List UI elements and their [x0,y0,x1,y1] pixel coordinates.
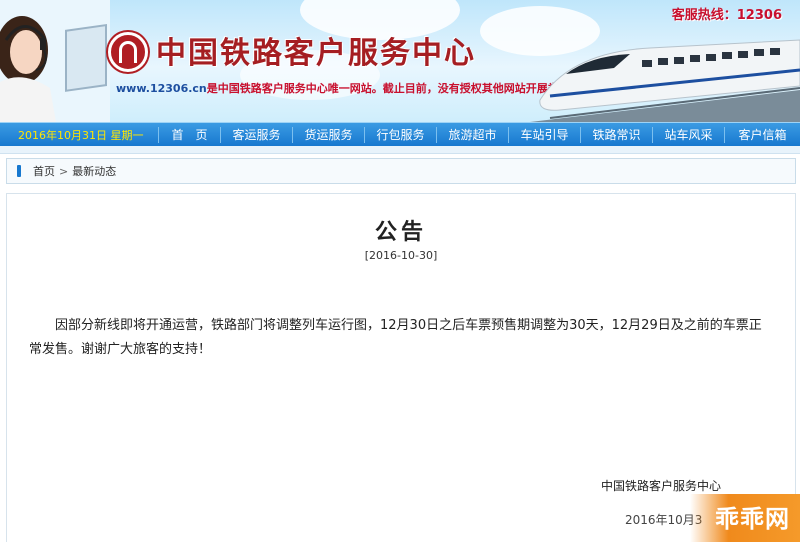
site-url[interactable]: www.12306.cn [116,82,207,95]
customer-service-agent-image [0,0,110,122]
nav-item-station-train-gallery[interactable]: 站车风采 [652,126,724,143]
notice-signature: 中国铁路客户服务中心 [601,479,722,493]
notice-title: 公告 [374,220,427,245]
breadcrumb-marker [17,165,21,177]
notice-date: [2016-10-30] [364,249,438,262]
nav-item-customer-mailbox[interactable]: 客户信箱 [724,126,800,143]
railway-logo-icon[interactable] [108,32,148,72]
nav-item-station-guide[interactable]: 车站引导 [508,126,580,143]
nav-item-parcel-service[interactable]: 行包服务 [364,126,436,143]
notice-body: 因部分新线即将开通运营，铁路部门将调整列车运行图，12月30日之后车票预售期调整… [29,318,762,357]
hotline-label: 客服热线： [671,8,737,23]
hotline-number: 12306 [736,8,782,23]
breadcrumb: 首页 > 最新动态 [6,158,796,184]
notice-content-panel: 公告 [2016-10-30] 因部分新线即将开通运营，铁路部门将调整列车运行图… [6,193,796,542]
watermark-logo: 乖乖网 [690,494,800,542]
nav-bottom-strip [0,146,800,154]
breadcrumb-separator: > [59,164,69,178]
nav-item-home[interactable]: 首 页 [158,126,220,143]
main-navigation: 2016年10月31日 星期一 首 页 客运服务 货运服务 行包服务 旅游超市 … [0,122,800,146]
breadcrumb-home-link[interactable]: 首页 [33,163,55,179]
nav-date: 2016年10月31日 星期一 [18,128,144,142]
nav-item-passenger-service[interactable]: 客运服务 [220,126,292,143]
breadcrumb-current: 最新动态 [72,165,117,178]
header-banner: 中国铁路客户服务中心 客服热线：12306 www.12306.cn是中国铁路客… [0,0,800,122]
nav-item-railway-knowledge[interactable]: 铁路常识 [580,126,652,143]
watermark-text: 乖乖网 [715,505,790,533]
nav-item-travel-market[interactable]: 旅游超市 [436,126,508,143]
site-title[interactable]: 中国铁路客户服务中心 [156,28,476,72]
high-speed-train-image [530,39,800,122]
nav-item-freight-service[interactable]: 货运服务 [292,126,364,143]
hotline: 客服热线：12306 [672,4,782,23]
